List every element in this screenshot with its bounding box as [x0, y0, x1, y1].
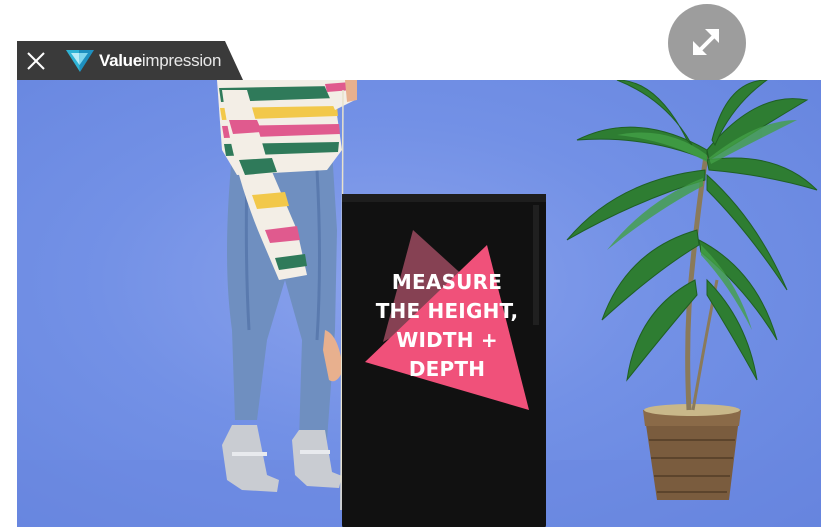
close-icon	[27, 51, 45, 70]
video-caption: MEASURE THE HEIGHT, WIDTH + DEPTH	[352, 268, 542, 384]
caption-line-3: WIDTH +	[396, 328, 498, 352]
caption-line-1: MEASURE	[391, 270, 503, 294]
video-ad-player: Valueimpression MEASURE THE HEIGHT, WIDT…	[0, 0, 829, 527]
brand-logo[interactable]: Valueimpression	[65, 48, 221, 74]
brand-name-light: impression	[141, 50, 222, 70]
brand-name-strong: Value	[99, 50, 142, 70]
valueimpression-logo-icon	[66, 49, 94, 72]
expand-arrows-icon	[693, 29, 719, 55]
expand-button[interactable]	[668, 4, 746, 82]
brand-bar: Valueimpression	[17, 41, 243, 80]
video-frame[interactable]: MEASURE THE HEIGHT, WIDTH + DEPTH	[17, 80, 821, 527]
close-button[interactable]	[17, 41, 55, 80]
caption-line-2: THE HEIGHT,	[375, 299, 519, 323]
caption-line-4: DEPTH	[408, 357, 486, 381]
brand-name: Valueimpression	[99, 51, 221, 71]
